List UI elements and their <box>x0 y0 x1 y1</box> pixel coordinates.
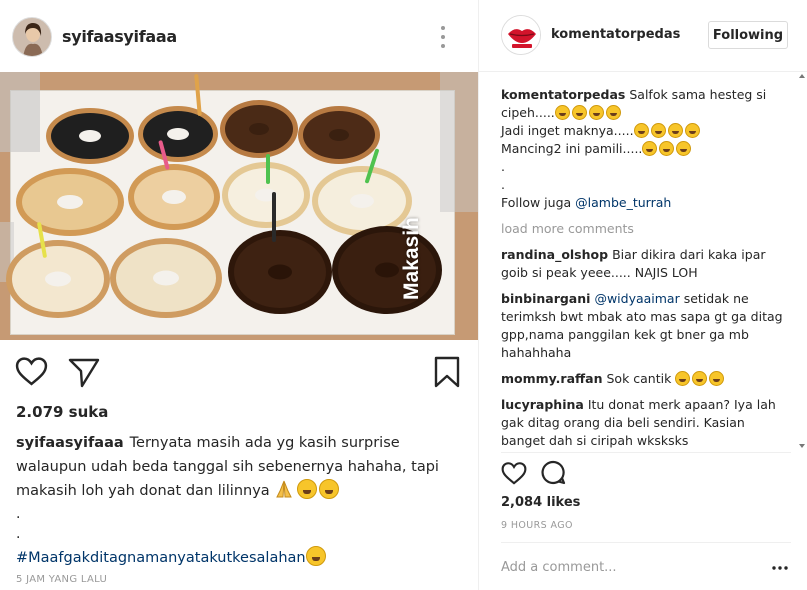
comment-username[interactable]: binbinargani <box>501 291 590 306</box>
crying-laugh-emoji <box>667 123 683 138</box>
crying-laugh-emoji <box>675 371 691 386</box>
crying-laugh-emoji <box>650 123 666 138</box>
comment-list: komentatorpedas Salfok sama hesteg si cip… <box>501 86 791 458</box>
post-likes[interactable]: 2.079 suka <box>16 403 108 421</box>
more-options-icon[interactable] <box>771 558 789 576</box>
panel-time: 9 HOURS AGO <box>501 520 573 531</box>
comment-username[interactable]: randina_olshop <box>501 247 608 262</box>
more-vertical-icon[interactable] <box>436 24 450 52</box>
comment-username[interactable]: mommy.raffan <box>501 371 602 386</box>
crying-laugh-emoji <box>659 141 675 156</box>
mention-link[interactable]: @lambe_turrah <box>575 195 671 210</box>
panel-username[interactable]: komentatorpedas <box>551 27 680 42</box>
comment-username[interactable]: lucyraphina <box>501 397 584 412</box>
panel-likes[interactable]: 2,084 likes <box>501 495 580 510</box>
grimace-emoji <box>319 479 340 499</box>
lips-logo-icon <box>502 16 540 54</box>
add-comment-input[interactable] <box>501 556 751 578</box>
grin-emoji <box>297 479 318 499</box>
post-username[interactable]: syifaasyifaaa <box>62 27 177 46</box>
photo-watermark: Makasih <box>400 217 423 300</box>
crying-laugh-emoji <box>588 105 604 120</box>
divider <box>501 452 791 453</box>
crying-laugh-emoji <box>554 105 570 120</box>
caption-dot: . <box>16 506 21 522</box>
comment-icon[interactable] <box>541 460 566 489</box>
divider <box>501 542 791 543</box>
caption-dot: . <box>16 526 21 542</box>
panel-header: komentatorpedas Following <box>479 0 807 72</box>
avatar[interactable] <box>501 15 541 55</box>
heart-icon[interactable] <box>501 461 527 489</box>
avatar-image <box>13 18 51 56</box>
load-more-comments[interactable]: load more comments <box>501 220 791 238</box>
left-post-header: syifaasyifaaa <box>0 0 478 72</box>
mention-link[interactable]: @widyaaimar <box>594 291 679 306</box>
comment-item: mommy.raffan Sok cantik <box>501 370 791 388</box>
left-post: syifaasyifaaa Makasih 2.079 suka syifaas… <box>0 0 478 590</box>
comment-username[interactable]: komentatorpedas <box>501 87 625 102</box>
crying-laugh-emoji <box>709 371 725 386</box>
crying-laugh-emoji <box>571 105 587 120</box>
crying-laugh-emoji <box>642 141 658 156</box>
bookmark-icon[interactable] <box>434 356 460 392</box>
post-photo[interactable]: Makasih <box>0 72 478 340</box>
caption-username[interactable]: syifaasyifaaa <box>16 435 124 451</box>
post-time: 5 JAM YANG LALU <box>16 574 108 585</box>
heart-icon[interactable] <box>15 356 48 390</box>
share-icon[interactable] <box>68 356 100 392</box>
owner-comment: komentatorpedas Salfok sama hesteg si cip… <box>501 87 767 210</box>
comment-panel: komentatorpedas Following komentatorpeda… <box>478 0 807 590</box>
post-caption: syifaasyifaaa Ternyata masih ada yg kasih… <box>16 431 466 503</box>
crying-laugh-emoji <box>676 141 692 156</box>
hashtag-link[interactable]: #Maafgakditagnamanyatakutkesalahan <box>16 546 328 566</box>
following-button[interactable]: Following <box>708 21 788 49</box>
crying-laugh-emoji <box>605 105 621 120</box>
crying-laugh-emoji <box>684 123 700 138</box>
comment-item: lucyraphina Itu donat merk apaan? Iya lah… <box>501 397 776 448</box>
crying-laugh-emoji <box>633 123 649 138</box>
crying-laugh-emoji <box>692 371 708 386</box>
avatar[interactable] <box>12 17 52 57</box>
blush-emoji <box>305 546 326 566</box>
comment-item: binbinargani @widyaaimar setidak ne terim… <box>501 291 783 360</box>
comment-item: randina_olshop Biar dikira dari kaka ipar… <box>501 247 766 280</box>
folded-hands-emoji <box>274 479 294 499</box>
comment-scrollbar[interactable] <box>797 72 807 452</box>
